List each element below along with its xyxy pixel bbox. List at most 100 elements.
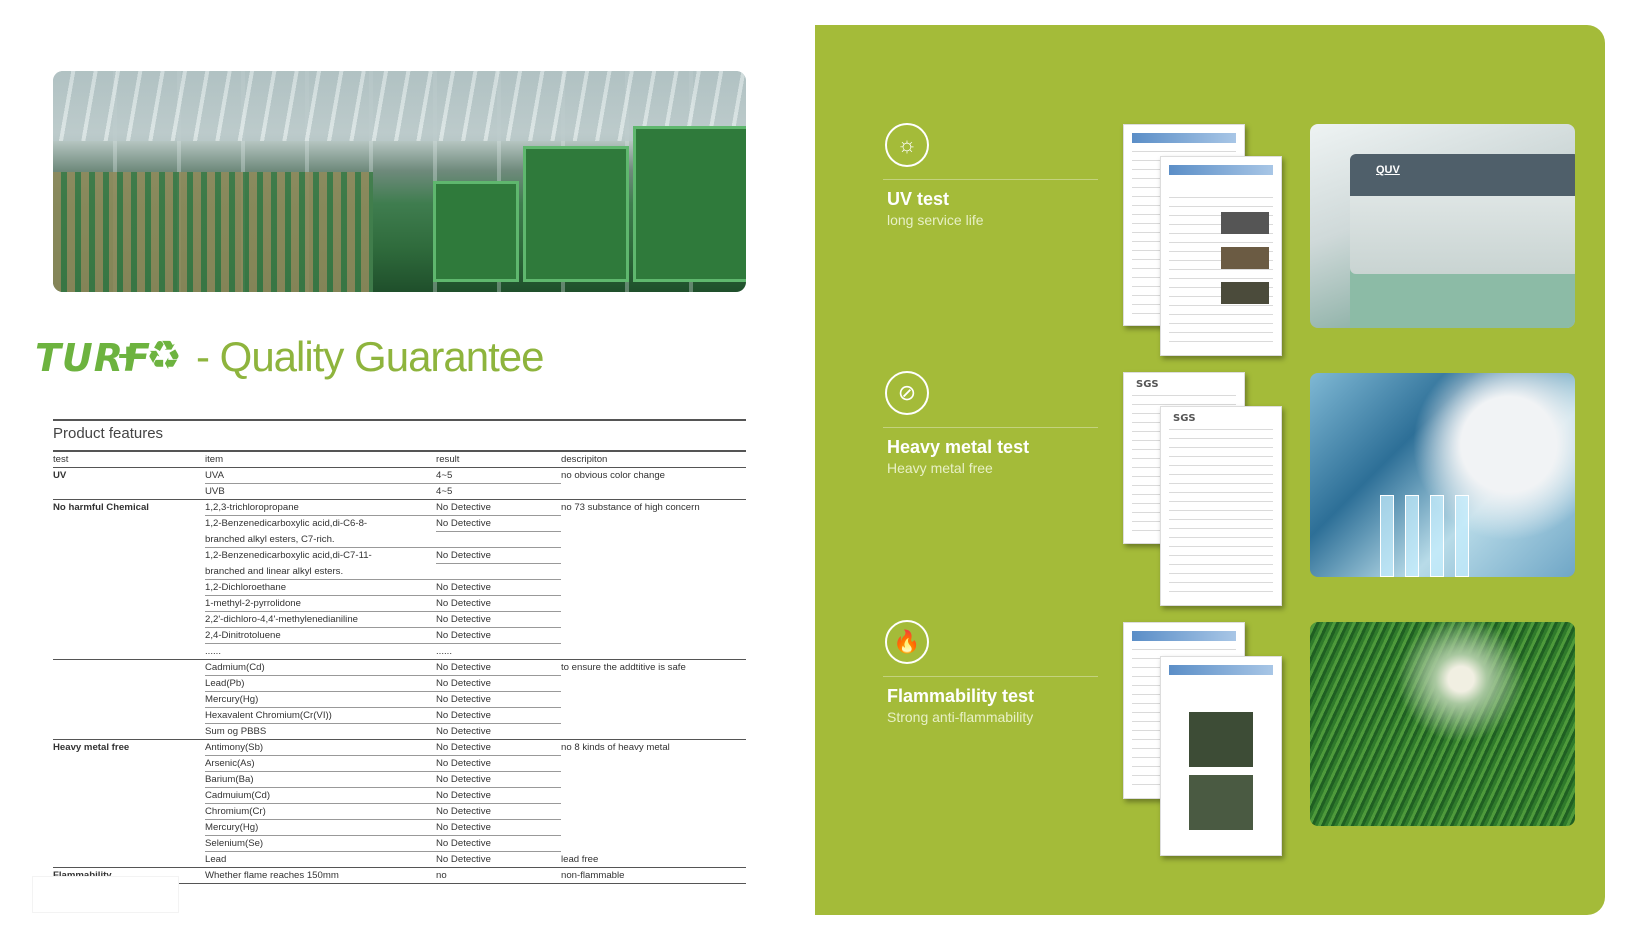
cell-item: Lead(Pb) [205, 675, 436, 692]
cell-result: no [436, 867, 561, 884]
cell-item: 1,2-Dichloroethane [205, 579, 436, 596]
cell-result: No Detective [436, 515, 561, 532]
cell-result: No Detective [436, 739, 561, 756]
table-row: 1-methyl-2-pyrrolidone No Detective [53, 595, 746, 612]
cell-description [561, 612, 746, 628]
cell-test [53, 532, 205, 548]
cell-result [436, 531, 561, 548]
cell-test [53, 612, 205, 628]
table-row: 1,2-Benzenedicarboxylic acid,di-C6-8- No … [53, 515, 746, 532]
cell-description: no 8 kinds of heavy metal [561, 742, 670, 753]
cell-test [53, 772, 205, 788]
cell-test [53, 548, 205, 564]
table-row: 1,2-Dichloroethane No Detective [53, 579, 746, 596]
cell-description [561, 692, 746, 708]
flammability-test-subtitle: Strong anti-flammability [887, 709, 1034, 725]
cell-description [561, 788, 746, 804]
cell-test [53, 676, 205, 692]
cell-item: branched and linear alkyl esters. [205, 563, 436, 580]
col-header-description: descripiton [561, 452, 746, 468]
cell-test: No harmful Chemical [53, 502, 149, 513]
cell-description: lead free [561, 851, 746, 868]
flammability-test-title: Flammability test [887, 686, 1035, 706]
cell-item: 1,2-Benzenedicarboxylic acid,di-C6-8- [205, 518, 368, 529]
cell-item: Mercury(Hg) [205, 691, 436, 708]
cell-test [53, 564, 205, 580]
divider [883, 676, 1098, 677]
cell-description [561, 564, 746, 580]
cell-description [561, 628, 746, 644]
cell-item: UVB [205, 483, 436, 500]
cell-result: No Detective [436, 755, 561, 772]
product-features-title: Product features [53, 425, 164, 442]
divider [883, 427, 1098, 428]
cell-item: UVA [205, 467, 436, 484]
table-row: Cadmuium(Cd) No Detective [53, 787, 746, 804]
cell-item: Whether flame reaches 150mm [205, 867, 436, 884]
cell-item: Cadmium(Cd) [205, 659, 436, 676]
cell-result: 4~5 [436, 467, 561, 484]
cell-item: 1,2,3-trichloropropane [205, 499, 436, 516]
col-header-test: test [53, 452, 205, 468]
cell-result: No Detective [436, 547, 561, 564]
cell-description [561, 723, 746, 740]
cell-test [53, 660, 205, 676]
cell-item: Selenium(Se) [205, 835, 436, 852]
cell-test [53, 708, 205, 724]
cell-description [561, 836, 746, 852]
table-row: Chromium(Cr) No Detective [53, 803, 746, 820]
cell-item: Chromium(Cr) [205, 803, 436, 820]
cell-description [561, 643, 746, 660]
turf-burn-test-photo [1310, 622, 1575, 826]
cell-test [53, 643, 205, 660]
cell-item: 2,4-Dinitrotoluene [205, 627, 436, 644]
table-row: Lead(Pb) No Detective [53, 675, 746, 692]
cell-description [561, 483, 746, 500]
cell-test: UV [53, 470, 67, 481]
cell-result: No Detective [436, 803, 561, 820]
table-row: Hexavalent Chromium(Cr(VI)) No Detective [53, 707, 746, 724]
cell-item: 1,2-Benzenedicarboxylic acid,di-C7-11- [205, 550, 372, 561]
uv-test-subtitle: long service life [887, 212, 984, 228]
blank-box [32, 876, 179, 913]
cell-result: No Detective [436, 627, 561, 644]
cell-test [53, 516, 205, 532]
table-row: UVB 4~5 [53, 483, 746, 500]
cell-result: No Detective [436, 723, 561, 740]
factory-tank [633, 126, 746, 282]
cell-description: to ensure the addtitive is safe [561, 662, 686, 673]
sgs-report-page: SGS [1160, 406, 1282, 606]
table-row: Barium(Ba) No Detective [53, 771, 746, 788]
table-row: Lead No Detective lead free [53, 851, 746, 868]
recycle-icon: ♻ [146, 334, 182, 378]
features-table: test item result descripiton UV UVA 4~5 no … [53, 452, 746, 884]
cell-test [53, 851, 205, 868]
table-row: Heavy metal free Antimony(Sb) No Detective… [53, 739, 746, 756]
cell-description [561, 596, 746, 612]
cell-description: non-flammable [561, 867, 746, 884]
cell-item: Barium(Ba) [205, 771, 436, 788]
cell-test [53, 483, 205, 500]
cell-result: No Detective [436, 771, 561, 788]
cell-test [53, 756, 205, 772]
table-row: Cadmium(Cd) No Detective to ensure the add… [53, 659, 746, 676]
cell-result: No Detective [436, 611, 561, 628]
cell-result: No Detective [436, 819, 561, 836]
table-row: 1,2-Benzenedicarboxylic acid,di-C7-11- No… [53, 547, 746, 564]
divider [883, 179, 1098, 180]
cell-description [561, 756, 746, 772]
cell-description [561, 820, 746, 836]
cell-test: Heavy metal free [53, 742, 130, 753]
flame-icon: 🔥 [885, 620, 929, 664]
cell-item: 2,2'-dichloro-4,4'-methylenedianiline [205, 611, 436, 628]
col-header-item: item [205, 452, 436, 468]
table-row: branched and linear alkyl esters. [53, 563, 746, 580]
uv-test-title: UV test [887, 189, 950, 209]
heavy-metal-test-subtitle: Heavy metal free [887, 460, 993, 476]
table-row: Mercury(Hg) No Detective [53, 691, 746, 708]
cell-item: ...... [205, 643, 436, 660]
uv-tester-photo: QUV [1310, 124, 1575, 328]
cell-result: No Detective [436, 691, 561, 708]
logo-plus: + [117, 335, 139, 376]
cell-test [53, 804, 205, 820]
